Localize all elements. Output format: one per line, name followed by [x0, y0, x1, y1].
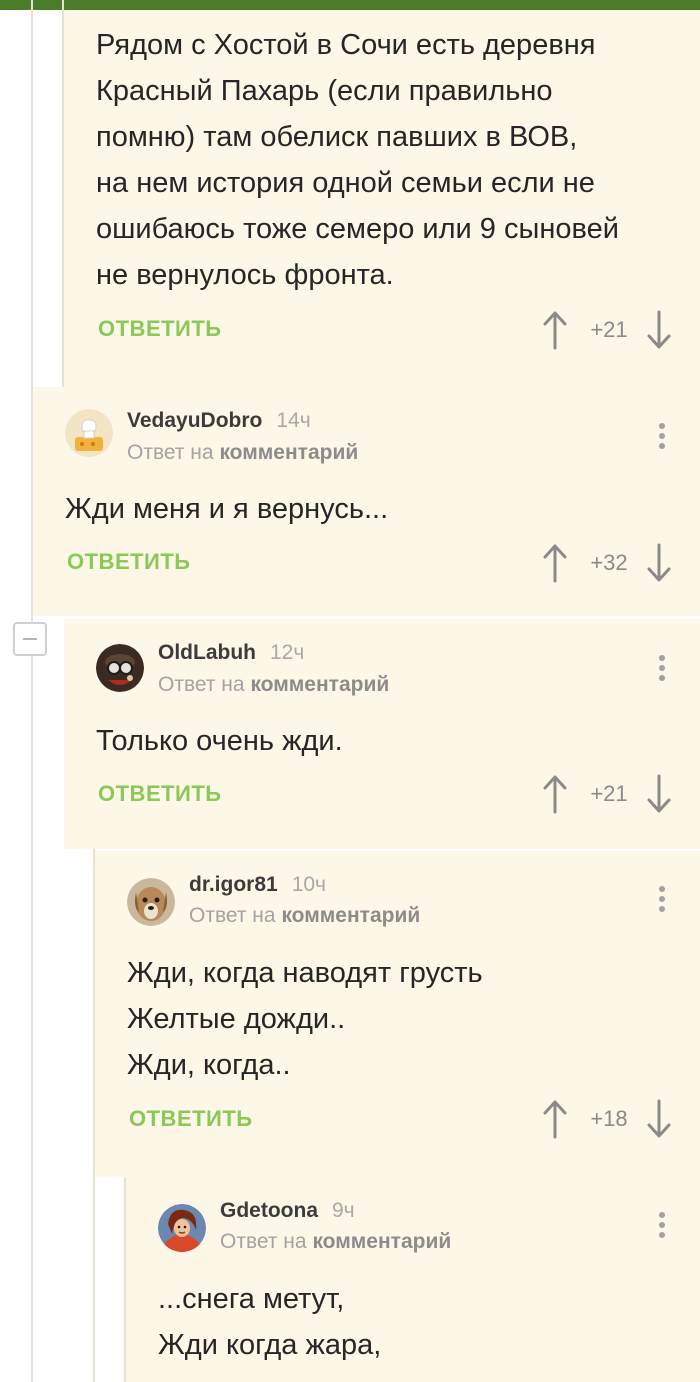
reply-to-link[interactable]: комментарий [219, 441, 358, 464]
reply-to: Ответ на комментарий [189, 904, 420, 928]
username[interactable]: dr.igor81 10ч [189, 873, 326, 897]
avatar[interactable] [127, 878, 175, 926]
comment-time: 12ч [270, 641, 305, 664]
avatar[interactable] [65, 409, 113, 457]
reply-to-prefix: Ответ на [189, 904, 276, 927]
rating-count: +21 [590, 781, 628, 806]
username[interactable]: VedayuDobro 14ч [127, 409, 311, 433]
username-text[interactable]: OldLabuh [158, 641, 256, 664]
comment: dr.igor81 10ч Ответ на комментарий Жди, к… [95, 851, 700, 1177]
arrow-down-icon[interactable] [646, 310, 672, 350]
arrow-up-icon[interactable] [542, 774, 568, 814]
arrow-up-icon[interactable] [542, 1099, 568, 1139]
reply-to: Ответ на комментарий [220, 1230, 451, 1254]
username[interactable]: Gdetoona 9ч [220, 1199, 355, 1223]
rating-controls: +21 [542, 310, 672, 350]
comment-body: Жди меня и я вернусь... [65, 493, 389, 525]
more-vertical-icon[interactable] [658, 655, 666, 685]
reply-button[interactable]: ОТВЕТИТЬ [98, 316, 222, 342]
comment-time: 10ч [291, 873, 327, 896]
reply-button[interactable]: ОТВЕТИТЬ [98, 781, 222, 807]
comment-body: Жди, когда наводят грусть Желтые дожди..… [127, 957, 483, 1081]
username-text[interactable]: dr.igor81 [189, 873, 278, 896]
reply-to-prefix: Ответ на [127, 441, 214, 464]
rating-count: +18 [590, 1106, 628, 1131]
comment-time: 9ч [332, 1199, 355, 1222]
rating-count: +21 [590, 317, 628, 342]
arrow-up-icon[interactable] [542, 310, 568, 350]
avatar[interactable] [96, 644, 144, 692]
arrow-down-icon[interactable] [646, 1099, 672, 1139]
comment-time: 14ч [276, 409, 311, 432]
reply-to-link[interactable]: комментарий [312, 1230, 451, 1253]
comment: Рядом с Хостой в Сочи есть деревня Красн… [64, 10, 700, 387]
username-text[interactable]: Gdetoona [220, 1199, 318, 1222]
reply-to-prefix: Ответ на [220, 1230, 307, 1253]
collapse-minus-icon[interactable] [13, 622, 47, 656]
username[interactable]: OldLabuh 12ч [158, 641, 304, 665]
top-bar [0, 0, 700, 10]
rating-controls: +21 [542, 774, 672, 814]
comment: VedayuDobro 14ч Ответ на комментарий Жди … [33, 387, 700, 616]
reply-button[interactable]: ОТВЕТИТЬ [67, 549, 191, 575]
comments-page: Рядом с Хостой в Сочи есть деревня Красн… [0, 0, 700, 1382]
reply-to: Ответ на комментарий [158, 673, 389, 697]
comment-body: Только очень жди. [96, 725, 343, 757]
reply-to-prefix: Ответ на [158, 673, 245, 696]
rating-controls: +32 [542, 543, 672, 583]
comment: Gdetoona 9ч Ответ на комментарий ...снега… [126, 1177, 700, 1382]
rating-count: +32 [590, 550, 628, 575]
avatar[interactable] [158, 1204, 206, 1252]
reply-button[interactable]: ОТВЕТИТЬ [129, 1106, 253, 1132]
reply-to-link[interactable]: комментарий [281, 904, 420, 927]
username-text[interactable]: VedayuDobro [127, 409, 262, 432]
reply-to-link[interactable]: комментарий [250, 673, 389, 696]
reply-to: Ответ на комментарий [127, 441, 358, 465]
thread-line [31, 0, 33, 1382]
comment-body: ...снега метут, Жди когда жара, [158, 1283, 382, 1361]
comment: OldLabuh 12ч Ответ на комментарий Только … [64, 619, 700, 849]
more-vertical-icon[interactable] [658, 886, 666, 916]
rating-controls: +18 [542, 1099, 672, 1139]
comment-body: Рядом с Хостой в Сочи есть деревня Красн… [96, 29, 619, 291]
arrow-down-icon[interactable] [646, 543, 672, 583]
more-vertical-icon[interactable] [658, 1212, 666, 1242]
arrow-up-icon[interactable] [542, 543, 568, 583]
more-vertical-icon[interactable] [658, 423, 666, 453]
arrow-down-icon[interactable] [646, 774, 672, 814]
